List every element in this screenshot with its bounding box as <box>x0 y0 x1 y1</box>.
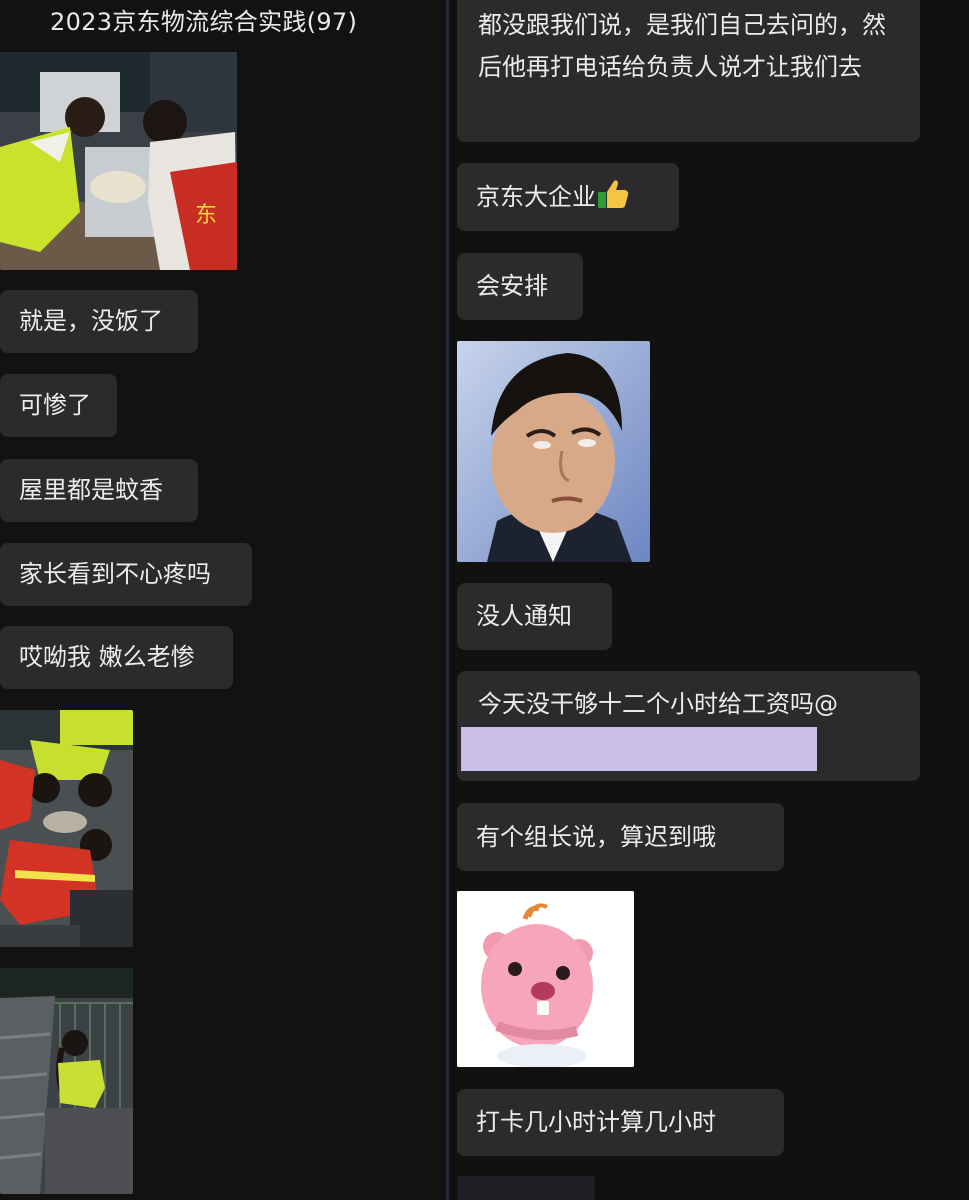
thumbs-up-emoji-icon <box>598 180 629 208</box>
left-message-2: 可惨了 <box>0 374 117 437</box>
right-message-5: 今天没干够十二个小时给工资吗@ <box>457 671 920 781</box>
photo-student-on-stairs[interactable] <box>0 968 133 1194</box>
left-message-5: 哎呦我 嫩么老惨 <box>0 626 233 689</box>
left-message-1: 就是，没饭了 <box>0 290 198 353</box>
right-message-1: 都没跟我们说，是我们自己去问的，然后他再打电话给负责人说才让我们去 <box>457 0 920 142</box>
right-message-3: 会安排 <box>457 253 583 320</box>
chat-title: 2023京东物流综合实践(97) <box>50 8 358 36</box>
photo-man-looking-up[interactable] <box>457 341 650 562</box>
right-message-5-text: 今天没干够十二个小时给工资吗@ <box>478 690 838 718</box>
left-message-3: 屋里都是蚊香 <box>0 459 198 522</box>
svg-text:东: 东 <box>195 203 217 228</box>
right-message-4: 没人通知 <box>457 583 612 650</box>
photo-partial-bottom[interactable] <box>457 1176 595 1200</box>
mention-highlight <box>461 727 817 771</box>
right-message-2-text: 京东大企业 <box>476 183 596 211</box>
sticker-pink-beaver[interactable] <box>457 891 634 1067</box>
right-message-7: 打卡几小时计算几小时 <box>457 1089 784 1156</box>
right-chat-panel: 都没跟我们说，是我们自己去问的，然后他再打电话给负责人说才让我们去 京东大企业 … <box>449 0 969 1200</box>
left-message-4: 家长看到不心疼吗 <box>0 543 252 606</box>
photo-students-eating-overhead[interactable] <box>0 710 133 947</box>
photo-students-eating[interactable]: 东 <box>0 52 237 270</box>
right-message-2: 京东大企业 <box>457 163 679 231</box>
right-message-6: 有个组长说，算迟到哦 <box>457 803 784 871</box>
left-chat-panel: 2023京东物流综合实践(97) 东 就是，没饭了 可惨了 屋里都是蚊香 家长看… <box>0 0 446 1200</box>
